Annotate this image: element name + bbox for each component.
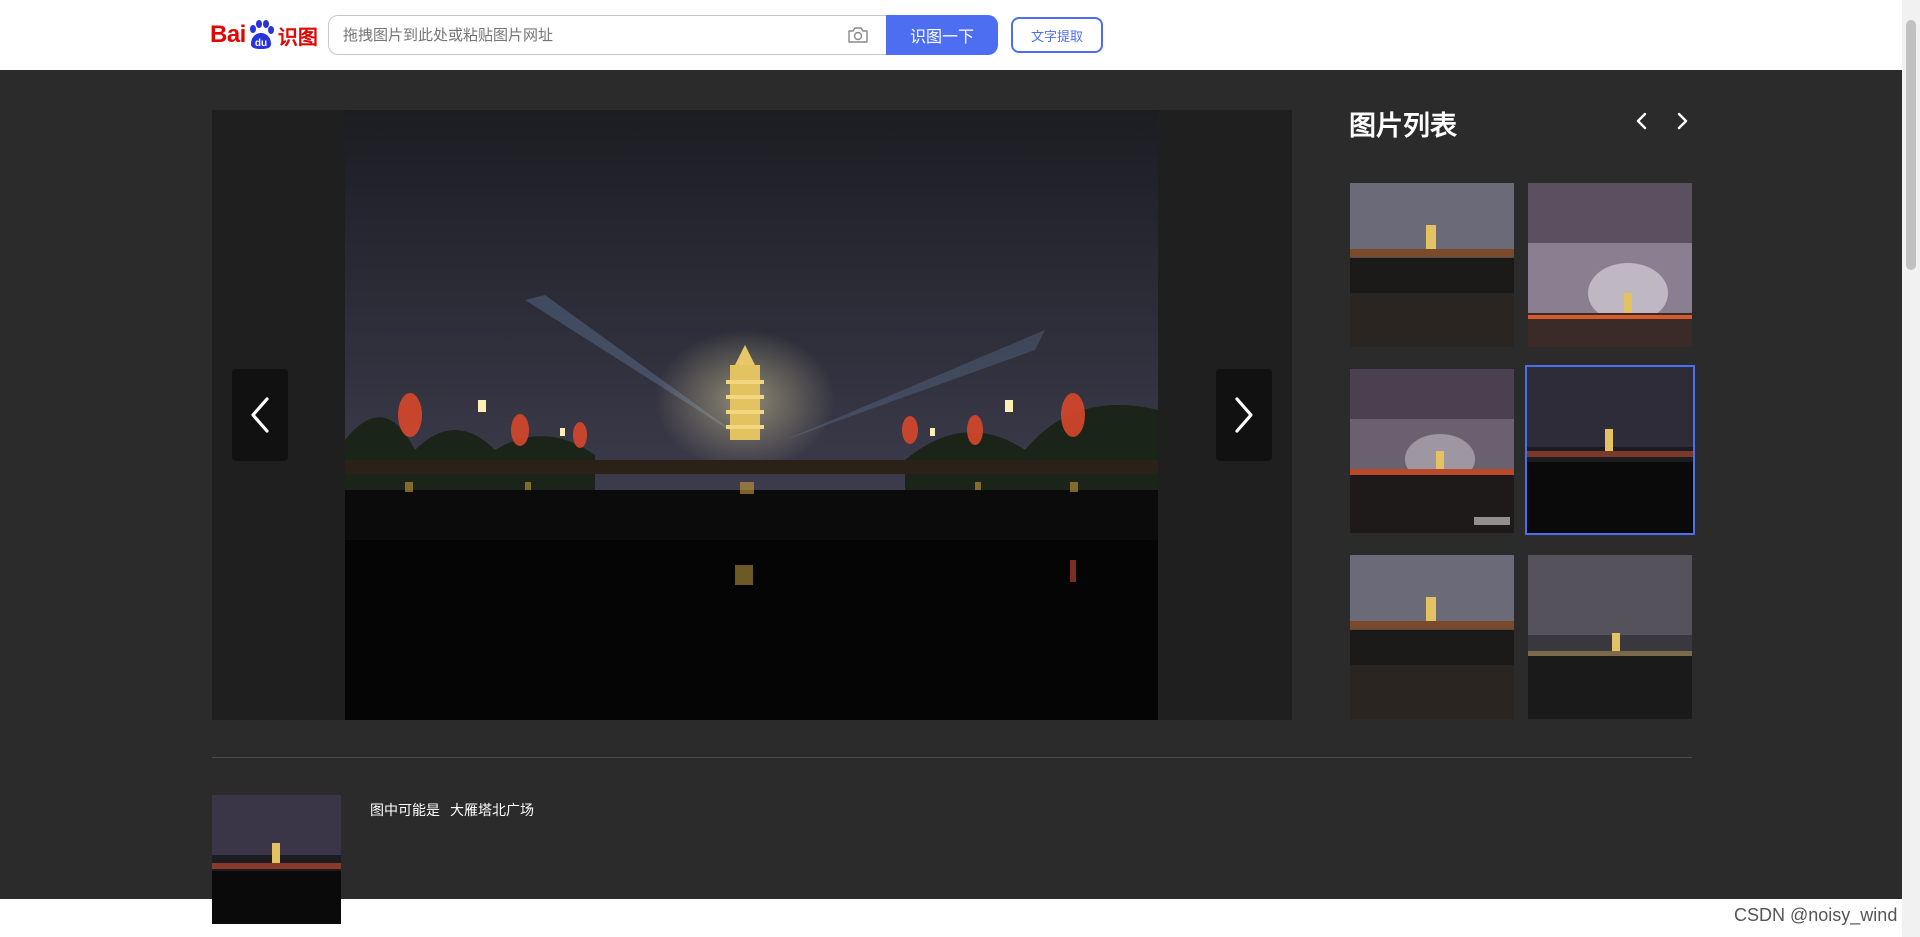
chevron-right-icon (1235, 397, 1253, 433)
result-prefix: 图中可能是 (370, 803, 440, 819)
chevron-left-icon (251, 397, 269, 433)
scrollbar[interactable] (1902, 0, 1920, 937)
csdn-watermark: CSDN @noisy_wind (1734, 905, 1898, 925)
paw-icon: du (247, 20, 275, 50)
header: Bai du 识图 识图一下 文字提取 (0, 0, 1920, 70)
search-input[interactable] (343, 16, 823, 54)
image-list-title: 图片列表 (1349, 111, 1457, 142)
thumbnail-5[interactable] (1350, 555, 1514, 719)
list-next-button[interactable] (1671, 110, 1693, 132)
thumbnail-4-selected[interactable] (1525, 365, 1695, 535)
next-image-button[interactable] (1216, 369, 1272, 461)
list-prev-button[interactable] (1631, 110, 1653, 132)
thumbnail-6[interactable] (1528, 555, 1692, 719)
divider (212, 757, 1692, 758)
main-image (345, 110, 1158, 720)
result-description: 图中可能是 大雁塔北广场 (370, 800, 534, 820)
thumbnail-1[interactable] (1350, 183, 1514, 347)
camera-icon[interactable] (847, 26, 869, 44)
logo-bai: Bai (210, 21, 246, 48)
search-box (328, 15, 888, 55)
svg-text:du: du (255, 38, 267, 49)
search-button[interactable]: 识图一下 (886, 15, 998, 55)
result-location[interactable]: 大雁塔北广场 (450, 803, 534, 819)
baidu-logo[interactable]: Bai du 识图 (210, 17, 318, 53)
scrollbar-thumb[interactable] (1906, 20, 1916, 270)
chevron-left-icon (1636, 112, 1647, 130)
thumbnail-2[interactable] (1528, 183, 1692, 347)
prev-image-button[interactable] (232, 369, 288, 461)
text-extract-button[interactable]: 文字提取 (1011, 17, 1103, 53)
chevron-right-icon (1677, 112, 1688, 130)
result-thumbnail[interactable] (212, 795, 341, 924)
image-viewer (212, 110, 1292, 720)
thumbnail-3[interactable] (1350, 369, 1514, 533)
logo-shitu: 识图 (277, 26, 318, 49)
